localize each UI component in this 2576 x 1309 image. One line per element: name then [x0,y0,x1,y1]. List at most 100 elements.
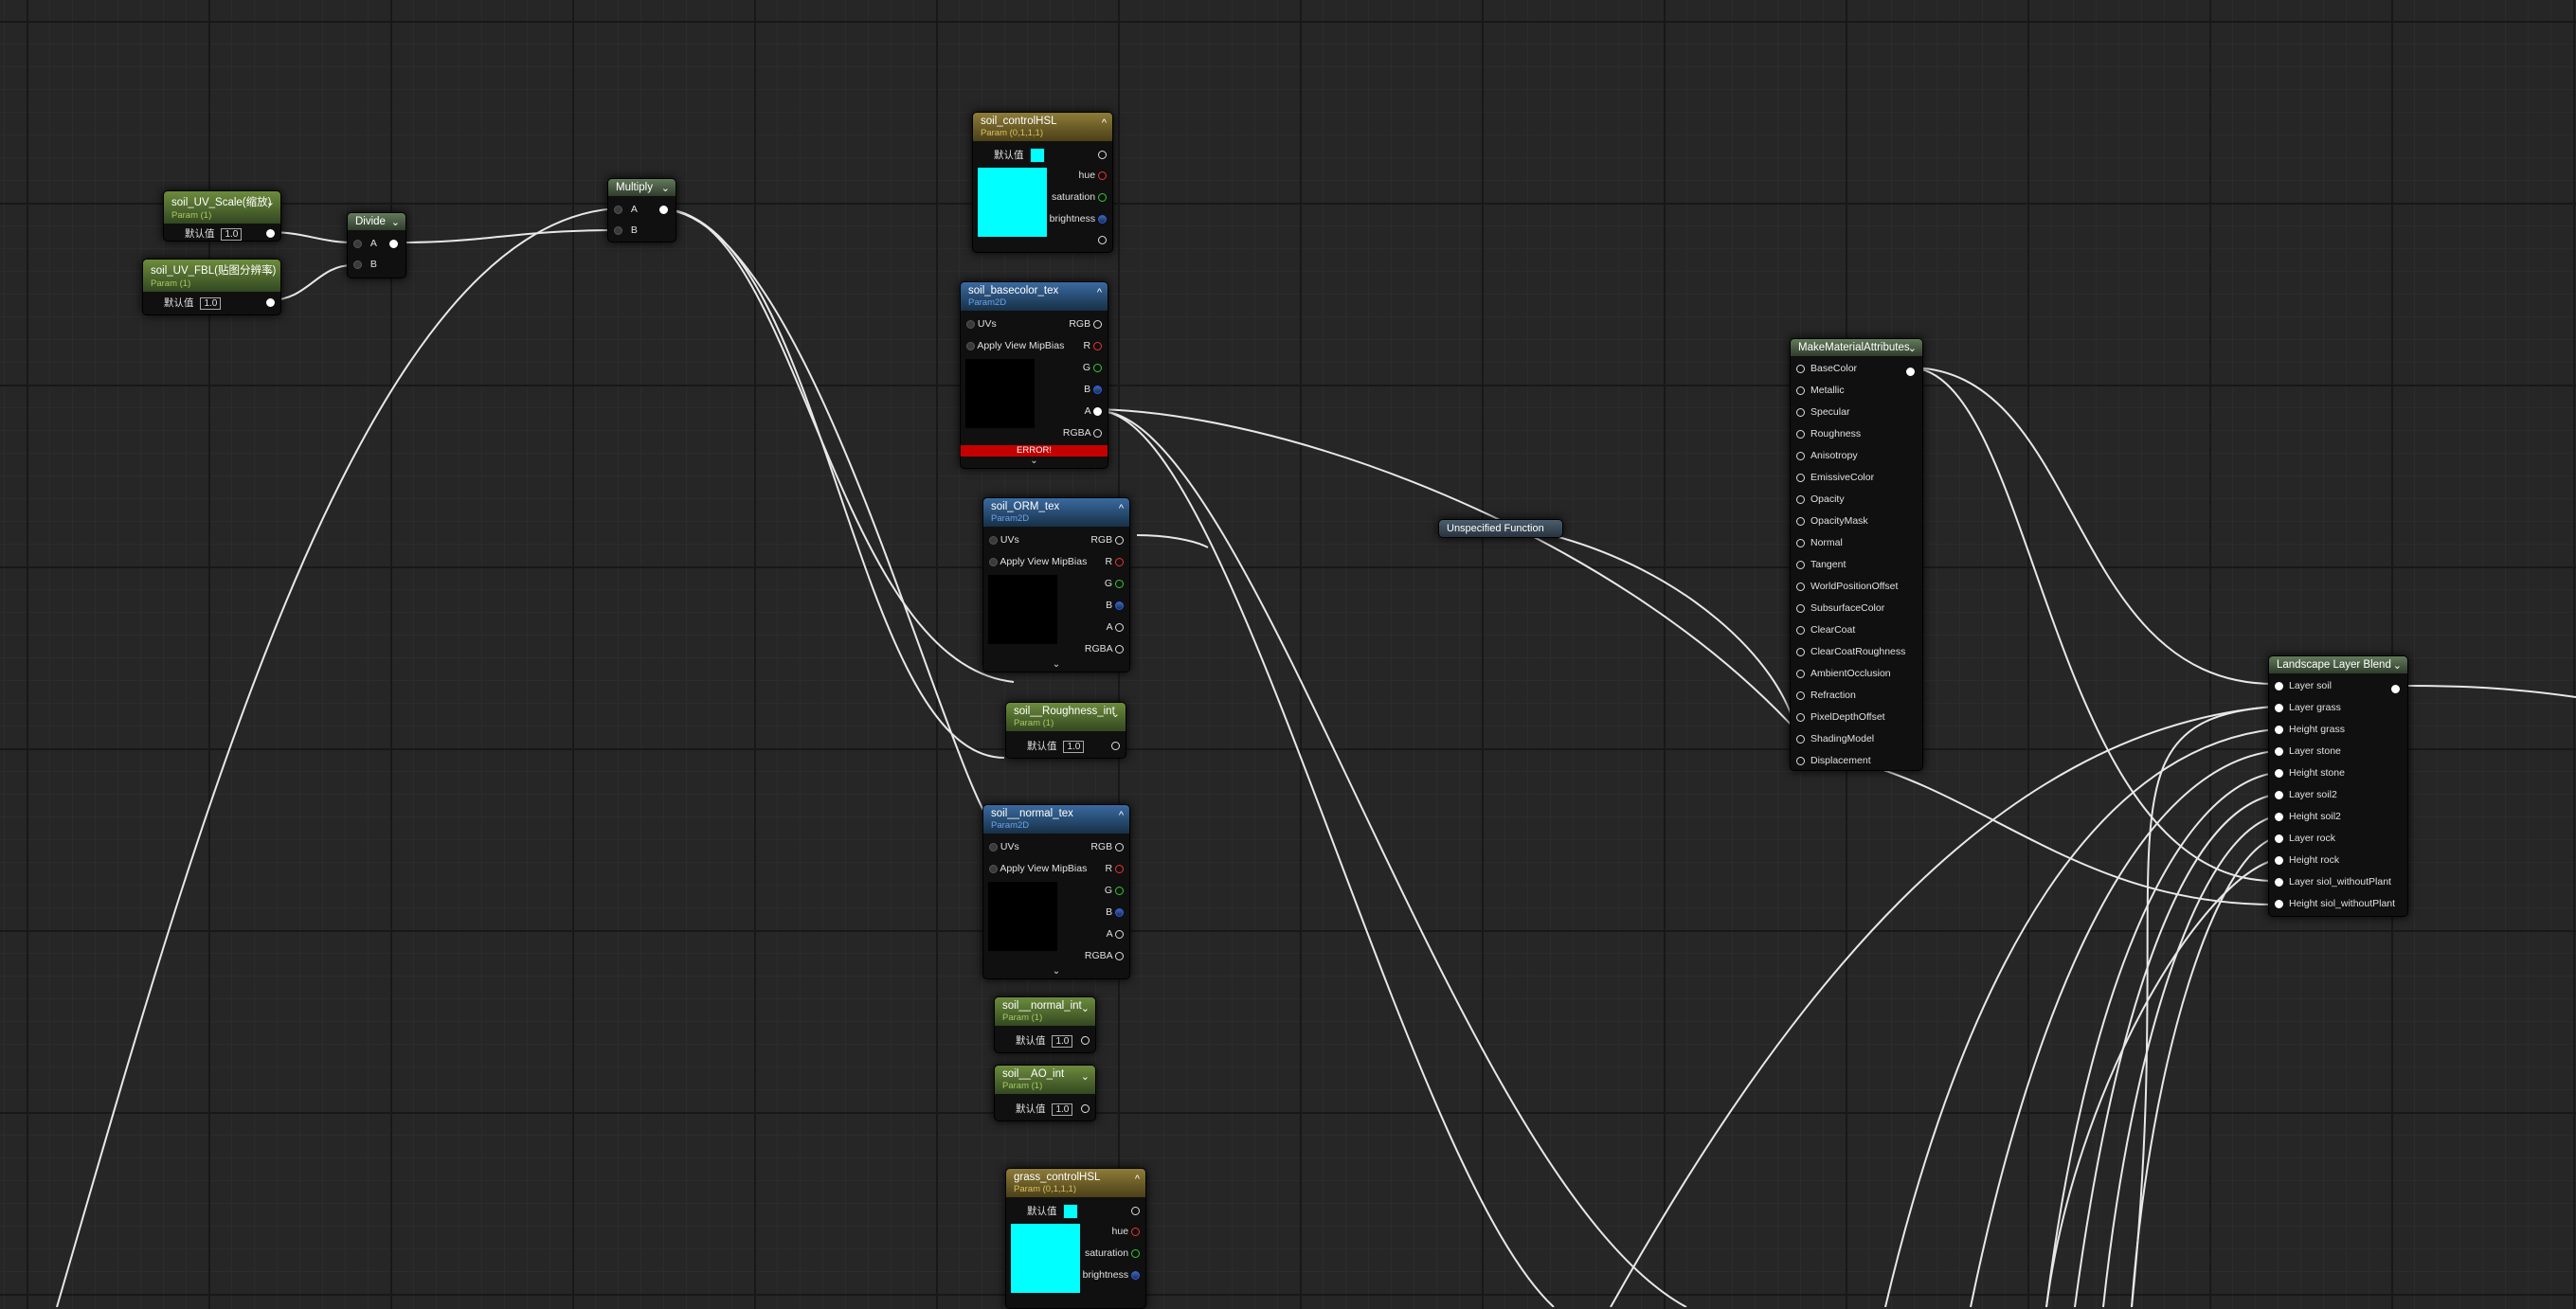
node-header[interactable]: soil_ORM_tex Param2D ^ [983,498,1129,527]
input-pin[interactable] [2275,703,2283,712]
chevron-down-icon[interactable]: ⌄ [983,966,1129,977]
node-header[interactable]: soil_basecolor_tex Param2D ^ [961,282,1108,311]
hue-pin[interactable] [1098,170,1107,180]
brightness-pin[interactable] [1098,214,1107,224]
node-header[interactable]: soil__Roughness_int Param (1) ⌄ [1006,703,1126,731]
input-pin-a[interactable] [614,205,622,214]
chevron-down-icon[interactable]: ⌄ [266,264,275,277]
color-swatch[interactable] [1030,148,1046,164]
output-pin[interactable] [1081,1104,1090,1113]
chevron-down-icon[interactable]: ⌄ [2393,659,2402,672]
a-pin[interactable] [1115,622,1124,632]
input-pin-b[interactable] [353,260,362,269]
node-header[interactable]: Landscape Layer Blend ⌄ [2269,656,2407,673]
rgba-pin[interactable] [1115,951,1124,960]
output-pin[interactable] [659,206,668,214]
chevron-down-icon[interactable]: ⌄ [961,456,1108,466]
output-pin[interactable] [2391,685,2400,693]
output-pin[interactable] [1131,1207,1140,1215]
chevron-down-icon[interactable]: ⌄ [1908,342,1917,354]
soil-basecolor-tex-node[interactable]: soil_basecolor_tex Param2D ^ UVs Apply V… [960,281,1108,469]
b-pin[interactable] [1115,907,1124,917]
soil-control-hsl-node[interactable]: soil_controlHSL Param (0,1,1,1) ^ 默认值 hu… [972,112,1113,253]
output-pin[interactable] [1111,742,1120,750]
rgba-pin[interactable] [1093,428,1102,438]
output-pin[interactable] [266,298,275,307]
r-pin[interactable] [1093,341,1102,350]
node-header[interactable]: soil_UV_Scale(缩放) Param (1) ⌄ [164,191,280,224]
output-pin[interactable] [266,229,275,238]
soil-orm-tex-node[interactable]: soil_ORM_tex Param2D ^ UVs Apply View Mi… [982,497,1130,672]
input-pin[interactable] [2275,790,2283,799]
chevron-down-icon[interactable]: ⌄ [1081,1070,1090,1083]
soil-ao-int-node[interactable]: soil__AO_int Param (1) ⌄ 默认值 1.0 [994,1065,1096,1121]
default-value-input[interactable]: 1.0 [1063,741,1085,753]
chevron-down-icon[interactable]: ⌄ [1081,1002,1090,1014]
input-pin[interactable] [1796,538,1805,547]
output-pin[interactable] [1081,1036,1090,1045]
saturation-pin[interactable] [1098,192,1107,202]
input-pin[interactable] [1796,603,1805,613]
input-pin[interactable] [1796,494,1805,504]
node-header[interactable]: soil_UV_FBL(贴图分辨率) Param (1) ⌄ [143,260,280,292]
input-pin-a[interactable] [353,239,362,248]
output-pin[interactable] [389,240,398,248]
soil-normal-int-node[interactable]: soil__normal_int Param (1) ⌄ 默认值 1.0 [994,996,1096,1053]
chevron-down-icon[interactable]: ⌄ [661,182,670,194]
input-pin[interactable] [1796,429,1805,439]
chevron-down-icon[interactable]: ⌄ [983,659,1129,670]
mipbias-pin[interactable] [989,864,998,873]
input-pin[interactable] [1796,407,1805,417]
soil-roughness-int-node[interactable]: soil__Roughness_int Param (1) ⌄ 默认值 1.0 [1005,702,1126,759]
input-pin-b[interactable] [614,225,622,235]
input-pin[interactable] [1796,669,1805,678]
soil-uv-scale-node[interactable]: soil_UV_Scale(缩放) Param (1) ⌄ 默认值 1.0 [163,190,281,242]
brightness-pin[interactable] [1131,1270,1140,1280]
input-pin[interactable] [2275,834,2283,843]
input-pin[interactable] [1796,560,1805,569]
multiply-node[interactable]: Multiply ⌄ A B [607,178,676,242]
divide-node[interactable]: Divide ⌄ A B [347,212,406,278]
chevron-down-icon[interactable]: ⌄ [1111,708,1120,720]
unspecified-function-node[interactable]: Unspecified Function [1438,519,1563,538]
chevron-up-icon[interactable]: ^ [1102,117,1107,129]
node-header[interactable]: MakeMaterialAttributes ⌄ [1791,339,1922,356]
input-pin[interactable] [2275,681,2283,690]
input-pin[interactable] [1796,625,1805,635]
input-pin[interactable] [2275,855,2283,865]
color-swatch[interactable] [1063,1204,1079,1220]
node-header[interactable]: Multiply ⌄ [608,179,676,196]
output-pin[interactable] [1098,151,1107,159]
r-pin[interactable] [1115,864,1124,873]
input-pin[interactable] [1796,690,1805,700]
uvs-pin[interactable] [989,842,998,852]
input-pin[interactable] [1796,516,1805,526]
hue-pin[interactable] [1131,1227,1140,1236]
node-header[interactable]: grass_controlHSL Param (0,1,1,1) ^ [1006,1169,1145,1197]
b-pin[interactable] [1115,601,1124,610]
soil-normal-tex-node[interactable]: soil__normal_tex Param2D ^ UVs Apply Vie… [982,804,1130,979]
default-value-input[interactable]: 1.0 [200,297,222,310]
input-pin[interactable] [1796,386,1805,395]
input-pin[interactable] [1796,364,1805,373]
node-header[interactable]: soil__normal_int Param (1) ⌄ [995,997,1095,1026]
chevron-down-icon[interactable]: ⌄ [391,216,400,228]
b-pin[interactable] [1093,385,1102,394]
input-pin[interactable] [1796,451,1805,460]
default-value-input[interactable]: 1.0 [221,228,243,241]
rgb-pin[interactable] [1093,319,1102,329]
make-material-attributes-node[interactable]: MakeMaterialAttributes ⌄ BaseColor Metall… [1790,338,1923,771]
g-pin[interactable] [1115,886,1124,895]
g-pin[interactable] [1115,579,1124,588]
r-pin[interactable] [1115,557,1124,566]
chevron-down-icon[interactable]: ⌄ [266,196,275,208]
input-pin[interactable] [2275,877,2283,887]
input-pin[interactable] [1796,647,1805,656]
chevron-up-icon[interactable]: ^ [1097,287,1102,298]
saturation-pin[interactable] [1131,1248,1140,1258]
output-pin[interactable] [1906,368,1915,376]
input-pin[interactable] [1796,756,1805,765]
rgb-pin[interactable] [1115,535,1124,545]
node-header[interactable]: soil__AO_int Param (1) ⌄ [995,1066,1095,1094]
input-pin[interactable] [1796,712,1805,722]
